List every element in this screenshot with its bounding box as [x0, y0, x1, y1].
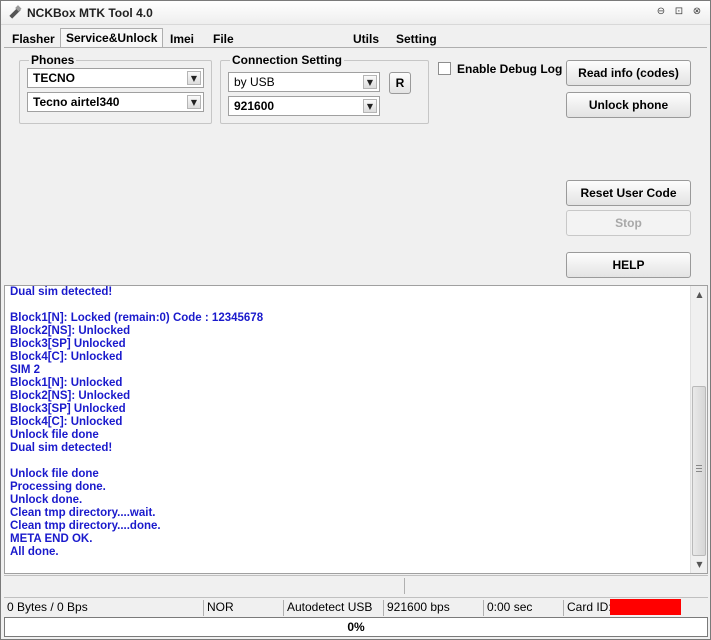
chevron-down-icon: ▼ — [363, 99, 377, 113]
log-scrollbar[interactable]: ▲ ▼ — [690, 286, 707, 573]
debug-log-label: Enable Debug Log — [457, 62, 563, 76]
log-line: Block1[N]: Locked (remain:0) Code : 1234… — [10, 312, 264, 324]
log-line: Dual sim detected! — [10, 286, 113, 298]
log-output[interactable]: Dual sim detected! Block1[N]: Locked (rem… — [4, 285, 708, 574]
log-line: Unlock file done — [10, 468, 99, 480]
tab-imei[interactable]: Imei — [165, 30, 199, 48]
scroll-up-icon[interactable]: ▲ — [691, 286, 708, 303]
log-line: Block4[C]: Unlocked — [10, 416, 123, 428]
progress-bar: 0% — [4, 617, 708, 637]
connection-group: Connection Setting by USB ▼ 921600 ▼ R — [220, 53, 429, 124]
reset-user-code-button[interactable]: Reset User Code — [566, 180, 691, 206]
log-line: SIM 2 — [10, 364, 41, 376]
log-line: Clean tmp directory....done. — [10, 520, 161, 532]
scroll-down-icon[interactable]: ▼ — [691, 556, 708, 573]
log-line: Block2[NS]: Unlocked — [10, 390, 131, 402]
tab-flasher[interactable]: Flasher — [7, 30, 60, 48]
title-bar: NCKBox MTK Tool 4.0 ⊖ ⊡ ⊗ — [1, 1, 710, 25]
connection-method-value: by USB — [234, 75, 275, 89]
log-line: Block3[SP] Unlocked — [10, 403, 126, 415]
chevron-down-icon: ▼ — [363, 75, 377, 89]
close-icon[interactable]: ⊗ — [689, 5, 705, 19]
minimize-icon[interactable]: ⊖ — [653, 5, 669, 19]
log-lines: Dual sim detected! Block1[N]: Locked (rem… — [10, 286, 690, 559]
phones-group-label: Phones — [29, 53, 77, 67]
card-id-mask — [610, 599, 681, 615]
log-line: Processing done. — [10, 481, 106, 493]
unlock-phone-button[interactable]: Unlock phone — [566, 92, 691, 118]
status-divider — [404, 578, 405, 594]
baud-rate-select[interactable]: 921600 ▼ — [228, 96, 380, 116]
phones-group: Phones TECNO ▼ Tecno airtel340 ▼ — [19, 53, 212, 124]
status-port: Autodetect USB — [284, 600, 384, 616]
phone-brand-value: TECNO — [33, 71, 75, 85]
progress-text: 0% — [347, 620, 365, 634]
phone-model-value: Tecno airtel340 — [33, 95, 120, 109]
log-line: META END OK. — [10, 533, 93, 545]
log-line: Block3[SP] Unlocked — [10, 338, 126, 350]
log-line: Block4[C]: Unlocked — [10, 351, 123, 363]
baud-rate-value: 921600 — [234, 99, 275, 113]
maximize-icon[interactable]: ⊡ — [671, 5, 687, 19]
connection-group-label: Connection Setting — [230, 53, 344, 67]
service-unlock-panel: Phones TECNO ▼ Tecno airtel340 ▼ Connect… — [4, 47, 707, 285]
chevron-down-icon: ▼ — [187, 95, 201, 109]
tab-utils[interactable]: Utils — [348, 30, 384, 48]
status-bytes: 0 Bytes / 0 Bps — [4, 600, 204, 616]
status-baud: 921600 bps — [384, 600, 484, 616]
log-line: Unlock file done — [10, 429, 99, 441]
chevron-down-icon: ▼ — [187, 71, 201, 85]
status-mode: NOR — [204, 600, 284, 616]
status-bar: 0 Bytes / 0 Bps NOR Autodetect USB 92160… — [4, 597, 708, 616]
app-window: NCKBox MTK Tool 4.0 ⊖ ⊡ ⊗ Flasher Servic… — [0, 0, 711, 640]
log-line: All done. — [10, 546, 59, 558]
phone-model-select[interactable]: Tecno airtel340 ▼ — [27, 92, 204, 112]
read-info-button[interactable]: Read info (codes) — [566, 60, 691, 86]
tab-service-unlock[interactable]: Service&Unlock — [60, 28, 164, 49]
tab-setting[interactable]: Setting — [391, 30, 442, 48]
log-line: Block1[N]: Unlocked — [10, 377, 123, 389]
status-time: 0:00 sec — [484, 600, 564, 616]
log-line: Dual sim detected! — [10, 442, 113, 454]
app-icon — [9, 5, 22, 19]
log-line: Clean tmp directory....wait. — [10, 507, 156, 519]
stop-button[interactable]: Stop — [566, 210, 691, 236]
connection-method-select[interactable]: by USB ▼ — [228, 72, 380, 92]
status-bar-top — [4, 575, 708, 595]
debug-log-checkbox[interactable] — [438, 62, 451, 75]
scrollbar-thumb[interactable] — [692, 386, 706, 556]
help-button[interactable]: HELP — [566, 252, 691, 278]
window-title: NCKBox MTK Tool 4.0 — [27, 6, 153, 20]
refresh-port-button[interactable]: R — [389, 72, 411, 94]
phone-brand-select[interactable]: TECNO ▼ — [27, 68, 204, 88]
log-line: Block2[NS]: Unlocked — [10, 325, 131, 337]
log-line: Unlock done. — [10, 494, 83, 506]
tab-file-manager-backup[interactable]: File manager&Backup — [208, 30, 320, 60]
